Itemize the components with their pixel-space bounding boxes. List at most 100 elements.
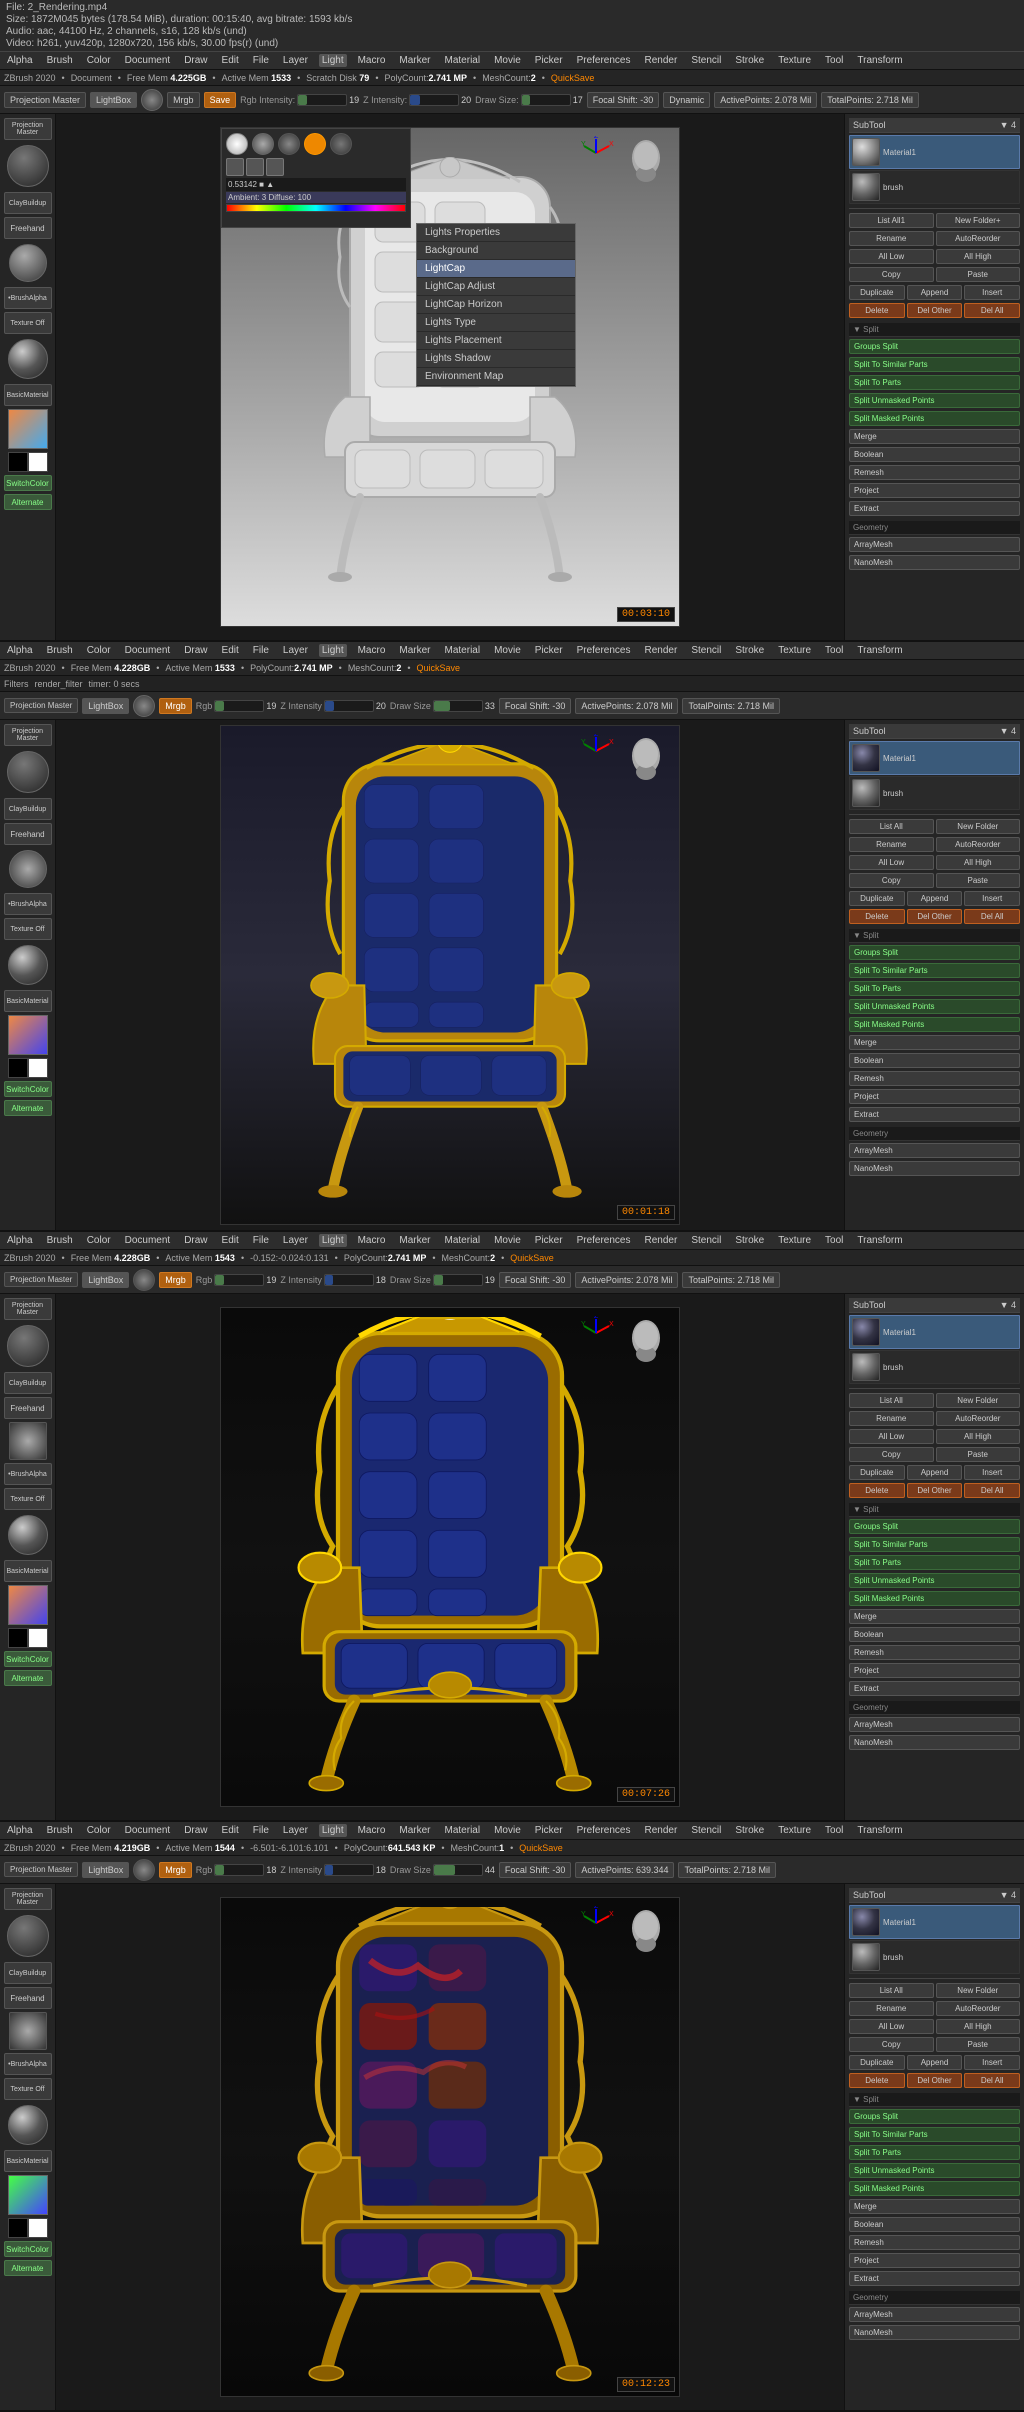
menu2-movie[interactable]: Movie — [491, 644, 524, 657]
menu-tool[interactable]: Tool — [822, 54, 846, 67]
subtool-item-2b[interactable]: brush — [849, 776, 1020, 810]
light-sphere-5[interactable] — [330, 133, 352, 155]
menu3-brush[interactable]: Brush — [44, 1234, 76, 1247]
split-masked-btn[interactable]: Split Masked Points — [849, 411, 1020, 426]
auto-3[interactable]: AutoReorder — [936, 1411, 1021, 1426]
alt-4[interactable]: Alternate — [4, 2260, 52, 2276]
menu2-layer[interactable]: Layer — [280, 644, 311, 657]
paste-2[interactable]: Paste — [936, 873, 1021, 888]
dm-lights-type[interactable]: Lights Type — [417, 314, 575, 332]
alternate-btn[interactable]: Alternate — [4, 494, 52, 510]
menu3-marker[interactable]: Marker — [396, 1234, 433, 1247]
menu2-marker[interactable]: Marker — [396, 644, 433, 657]
lightbox-btn-3[interactable]: LightBox — [82, 1272, 129, 1288]
groups-split-2[interactable]: Groups Split — [849, 945, 1020, 960]
split-parts-2[interactable]: Split To Parts — [849, 981, 1020, 996]
menubar-2[interactable]: Alpha Brush Color Document Draw Edit Fil… — [0, 642, 1024, 660]
projection-btn-l2[interactable]: Projection Master — [4, 724, 52, 746]
masked-3[interactable]: Split Masked Points — [849, 1591, 1020, 1606]
copy-3[interactable]: Copy — [849, 1447, 934, 1462]
clay-buildup-btn[interactable]: ClayBuildup — [4, 192, 52, 214]
del-other-3[interactable]: Del Other — [907, 1483, 963, 1498]
append-3[interactable]: Append — [907, 1465, 963, 1480]
menu3-layer[interactable]: Layer — [280, 1234, 311, 1247]
projection-btn-2[interactable]: Projection Master — [4, 698, 78, 713]
menu2-edit[interactable]: Edit — [219, 644, 242, 657]
remesh-4[interactable]: Remesh — [849, 2235, 1020, 2250]
white-4[interactable] — [28, 2218, 48, 2238]
texture-off-2[interactable]: Texture Off — [4, 918, 52, 940]
delete-2[interactable]: Delete — [849, 909, 905, 924]
subtool-4b[interactable]: brush — [849, 1940, 1020, 1974]
dm-lights-placement[interactable]: Lights Placement — [417, 332, 575, 350]
menu-picker[interactable]: Picker — [532, 54, 566, 67]
dup-2[interactable]: Duplicate — [849, 891, 905, 906]
menu4-preferences[interactable]: Preferences — [574, 1824, 634, 1837]
clay-btn-2[interactable]: ClayBuildup — [4, 798, 52, 820]
array-3[interactable]: ArrayMesh — [849, 1717, 1020, 1732]
freehand-btn[interactable]: Freehand — [4, 217, 52, 239]
insert-2[interactable]: Insert — [964, 891, 1020, 906]
menu-edit[interactable]: Edit — [219, 54, 242, 67]
copy-btn[interactable]: Copy — [849, 267, 934, 282]
menubar-4[interactable]: Alpha Brush Color Document Draw Edit Fil… — [0, 1822, 1024, 1840]
proj-4[interactable]: Project — [849, 2253, 1020, 2268]
quicksave-2[interactable]: QuickSave — [417, 663, 461, 673]
groups-4[interactable]: Groups Split — [849, 2109, 1020, 2124]
texture-off-btn[interactable]: Texture Off — [4, 312, 52, 334]
menu2-light[interactable]: Light — [319, 644, 347, 657]
color-swatch-3[interactable] — [8, 1585, 48, 1625]
menu3-stroke[interactable]: Stroke — [732, 1234, 767, 1247]
free-3[interactable]: Freehand — [4, 1397, 52, 1419]
menu-material[interactable]: Material — [442, 54, 484, 67]
menu-preferences[interactable]: Preferences — [574, 54, 634, 67]
viewport-1[interactable]: X Y Z — [220, 127, 680, 627]
black-3[interactable] — [8, 1628, 28, 1648]
color-bw-4[interactable] — [8, 2218, 48, 2238]
alt-3[interactable]: Alternate — [4, 1670, 52, 1686]
menu3-macro[interactable]: Macro — [355, 1234, 389, 1247]
parts-4[interactable]: Split To Parts — [849, 2145, 1020, 2160]
split-unmasked-btn[interactable]: Split Unmasked Points — [849, 393, 1020, 408]
project-2[interactable]: Project — [849, 1089, 1020, 1104]
all-low-btn[interactable]: All Low — [849, 249, 934, 264]
menu2-transform[interactable]: Transform — [854, 644, 905, 657]
draw-size-slider[interactable] — [521, 94, 571, 106]
rgb-slider-4[interactable] — [214, 1864, 264, 1876]
menu3-tool[interactable]: Tool — [822, 1234, 846, 1247]
menu4-stroke[interactable]: Stroke — [732, 1824, 767, 1837]
all-high-btn[interactable]: All High — [936, 249, 1021, 264]
light-active-icon[interactable] — [304, 133, 326, 155]
all-low-2[interactable]: All Low — [849, 855, 934, 870]
split-to-parts-btn[interactable]: Split To Parts — [849, 375, 1020, 390]
remesh-2[interactable]: Remesh — [849, 1071, 1020, 1086]
del-4[interactable]: Delete — [849, 2073, 905, 2088]
duplicate-btn[interactable]: Duplicate — [849, 285, 905, 300]
subtool-item-brush[interactable]: brush — [849, 170, 1020, 204]
dm-environment-map[interactable]: Environment Map — [417, 368, 575, 386]
menu2-stroke[interactable]: Stroke — [732, 644, 767, 657]
subtool-item-material1[interactable]: Material1 — [849, 135, 1020, 169]
save-btn[interactable]: Save — [204, 92, 237, 108]
merge-2[interactable]: Merge — [849, 1035, 1020, 1050]
new-folder-2[interactable]: New Folder — [936, 819, 1021, 834]
menu3-preferences[interactable]: Preferences — [574, 1234, 634, 1247]
delete-btn[interactable]: Delete — [849, 303, 905, 318]
insert-3[interactable]: Insert — [964, 1465, 1020, 1480]
free-4[interactable]: Freehand — [4, 1987, 52, 2009]
menu4-tool[interactable]: Tool — [822, 1824, 846, 1837]
texture-off-4[interactable]: Texture Off — [4, 2078, 52, 2100]
projection-btn-l1[interactable]: Projection Master — [4, 118, 52, 140]
color-bw-2[interactable] — [8, 1058, 48, 1078]
dm-lights-shadow[interactable]: Lights Shadow — [417, 350, 575, 368]
groups-split-btn[interactable]: Groups Split — [849, 339, 1020, 354]
menu4-transform[interactable]: Transform — [854, 1824, 905, 1837]
del-all-2[interactable]: Del All — [964, 909, 1020, 924]
menu2-render[interactable]: Render — [642, 644, 681, 657]
folder-3[interactable]: New Folder — [936, 1393, 1021, 1408]
menubar-3[interactable]: Alpha Brush Color Document Draw Edit Fil… — [0, 1232, 1024, 1250]
viewport-4[interactable]: X Y Z 00:12:23 — [220, 1897, 680, 2397]
projection-l3[interactable]: Projection Master — [4, 1298, 52, 1320]
menu2-brush[interactable]: Brush — [44, 644, 76, 657]
draw-slider-4[interactable] — [433, 1864, 483, 1876]
